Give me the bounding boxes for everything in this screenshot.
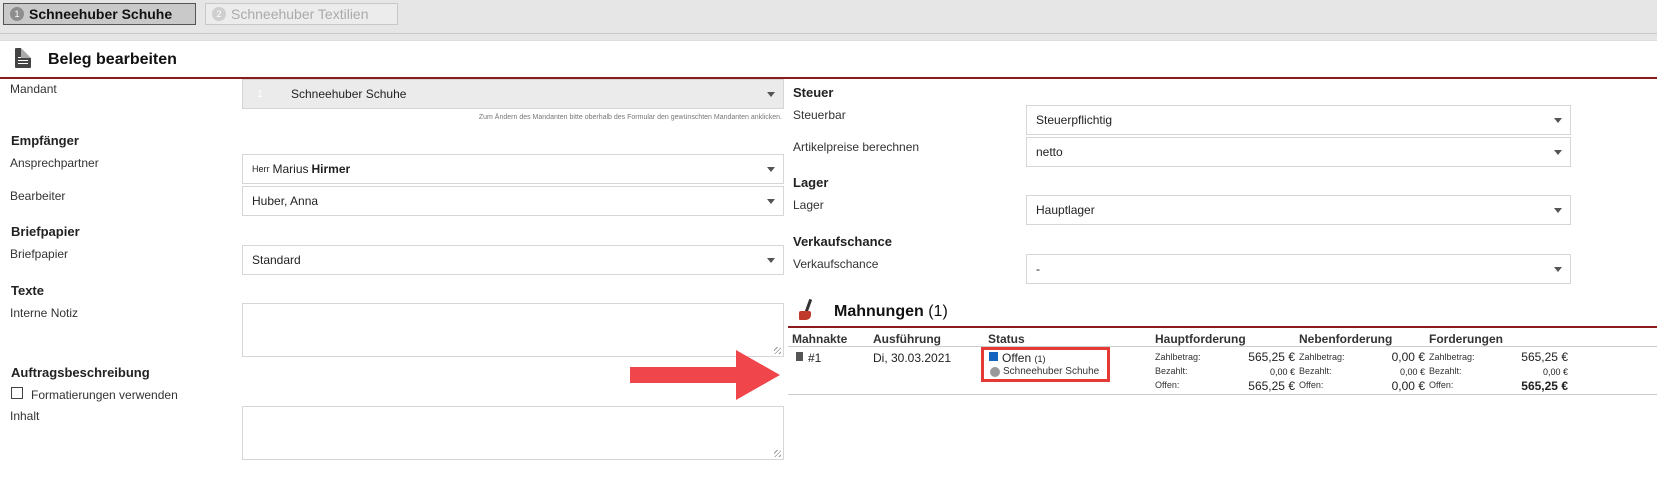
panel-header: Beleg bearbeiten xyxy=(0,41,1657,79)
haupt-zahl-label: Zahlbetrag: xyxy=(1155,352,1201,362)
caret-down-icon xyxy=(767,258,775,263)
edit-document-panel: Beleg bearbeiten Mandant 1 Schneehuber S… xyxy=(0,40,1657,493)
inhalt-textarea[interactable] xyxy=(242,406,784,460)
tab-label: Schneehuber Schuhe xyxy=(29,6,173,22)
ausfuehrung-date: Di, 30.03.2021 xyxy=(873,351,952,365)
ford-zahl-value: 565,25 € xyxy=(1521,350,1568,364)
lager-value: Hauptlager xyxy=(1036,203,1095,217)
document-icon xyxy=(15,48,31,68)
caret-down-icon xyxy=(767,167,775,172)
briefpapier-value: Standard xyxy=(252,253,301,267)
tab-schneehuber-textilien[interactable]: 2 Schneehuber Textilien xyxy=(205,3,398,25)
ford-zahl-label: Zahlbetrag: xyxy=(1429,352,1475,362)
formatierungen-checkbox[interactable] xyxy=(11,387,23,399)
artikelpreise-value: netto xyxy=(1036,145,1063,159)
col-mahnakte: Mahnakte xyxy=(792,332,848,346)
ford-bez-label: Bezahlt: xyxy=(1429,366,1462,376)
neben-off-value: 0,00 € xyxy=(1391,379,1425,393)
caret-down-icon xyxy=(767,199,775,204)
ansprechpartner-select[interactable]: Herr Marius Hirmer xyxy=(242,154,784,184)
verkaufschance-heading: Verkaufschance xyxy=(793,234,893,249)
steuerbar-select[interactable]: Steuerpflichtig xyxy=(1026,105,1571,135)
caret-down-icon xyxy=(1554,118,1562,123)
neben-zahl-value: 0,00 € xyxy=(1391,350,1425,364)
neben-bez-value: 0,00 € xyxy=(1399,367,1425,377)
verkaufschance-label: Verkaufschance xyxy=(793,257,879,271)
mandant-label: Mandant xyxy=(10,82,57,96)
tab-number-badge: 1 xyxy=(10,7,24,21)
texte-heading: Texte xyxy=(11,283,44,298)
lager-heading: Lager xyxy=(793,175,829,190)
interne-notiz-label: Interne Notiz xyxy=(10,306,79,320)
briefpapier-heading: Briefpapier xyxy=(11,224,80,239)
col-ausfuehrung: Ausführung xyxy=(873,332,941,346)
caret-down-icon xyxy=(1554,150,1562,155)
haupt-bez-label: Bezahlt: xyxy=(1155,366,1188,376)
formatierungen-label: Formatierungen verwenden xyxy=(31,388,178,402)
auftrag-heading: Auftragsbeschreibung xyxy=(11,365,150,380)
artikelpreise-label: Artikelpreise berechnen xyxy=(793,140,920,154)
inhalt-label: Inhalt xyxy=(10,409,40,423)
ford-off-label: Offen: xyxy=(1429,380,1454,390)
col-hauptforderung: Hauptforderung xyxy=(1155,332,1246,346)
status-highlight-box xyxy=(981,347,1110,382)
first-name: Marius xyxy=(272,162,309,176)
tab-schneehuber-schuhe[interactable]: 1 Schneehuber Schuhe xyxy=(3,3,196,25)
caret-down-icon xyxy=(1554,208,1562,213)
resize-grip-icon[interactable] xyxy=(774,450,781,457)
mandant-select: 1 Schneehuber Schuhe xyxy=(242,79,784,109)
haupt-bez-value: 0,00 € xyxy=(1269,367,1295,377)
interne-notiz-textarea[interactable] xyxy=(242,303,784,357)
bearbeiter-label: Bearbeiter xyxy=(10,189,66,203)
mandant-hint: Zum Ändern des Mandanten bitte oberhalb … xyxy=(478,114,782,121)
mahnungen-count: (1) xyxy=(928,303,948,320)
bearbeiter-value: Huber, Anna xyxy=(252,194,319,208)
steuer-heading: Steuer xyxy=(793,85,834,100)
steuerbar-label: Steuerbar xyxy=(793,108,846,122)
steuerbar-value: Steuerpflichtig xyxy=(1036,113,1113,127)
arrow-icon xyxy=(630,350,780,400)
mandant-number: 1 xyxy=(257,88,263,100)
lager-label: Lager xyxy=(793,198,824,212)
panel-title: Beleg bearbeiten xyxy=(48,51,177,68)
ansprechpartner-label: Ansprechpartner xyxy=(10,156,99,170)
salutation: Herr xyxy=(252,164,270,174)
caret-down-icon xyxy=(767,92,775,97)
tab-label: Schneehuber Textilien xyxy=(231,6,369,22)
header-divider xyxy=(788,346,1657,347)
haupt-off-label: Offen: xyxy=(1155,380,1180,390)
verkaufschance-select[interactable]: - xyxy=(1026,254,1571,284)
mahnungen-divider xyxy=(788,326,1657,328)
neben-off-label: Offen: xyxy=(1299,380,1324,390)
bearbeiter-select[interactable]: Huber, Anna xyxy=(242,186,784,216)
haupt-zahl-value: 565,25 € xyxy=(1248,350,1295,364)
verkaufschance-value: - xyxy=(1036,262,1040,276)
empfaenger-heading: Empfänger xyxy=(11,133,79,148)
neben-bez-label: Bezahlt: xyxy=(1299,366,1332,376)
col-status: Status xyxy=(988,332,1025,346)
tab-bar: 1 Schneehuber Schuhe 2 Schneehuber Texti… xyxy=(0,0,1657,34)
briefpapier-select[interactable]: Standard xyxy=(242,245,784,275)
mini-document-icon xyxy=(796,352,803,361)
mahnungen-title: Mahnungen (1) xyxy=(834,303,948,321)
row-divider xyxy=(788,394,1657,395)
lager-select[interactable]: Hauptlager xyxy=(1026,195,1571,225)
col-nebenforderung: Nebenforderung xyxy=(1299,332,1393,346)
caret-down-icon xyxy=(1554,267,1562,272)
ford-off-value: 565,25 € xyxy=(1521,379,1568,393)
last-name: Hirmer xyxy=(311,162,351,176)
mahnakte-id[interactable]: #1 xyxy=(808,351,821,365)
ford-bez-value: 0,00 € xyxy=(1542,367,1568,377)
artikelpreise-select[interactable]: netto xyxy=(1026,137,1571,167)
briefpapier-label: Briefpapier xyxy=(10,247,69,261)
haupt-off-value: 565,25 € xyxy=(1248,379,1295,393)
col-forderungen: Forderungen xyxy=(1429,332,1503,346)
tab-number-badge: 2 xyxy=(212,7,226,21)
mandant-value: Schneehuber Schuhe xyxy=(291,87,407,101)
brush-icon xyxy=(798,298,816,321)
neben-zahl-label: Zahlbetrag: xyxy=(1299,352,1345,362)
mahnungen-title-text: Mahnungen xyxy=(834,303,924,320)
